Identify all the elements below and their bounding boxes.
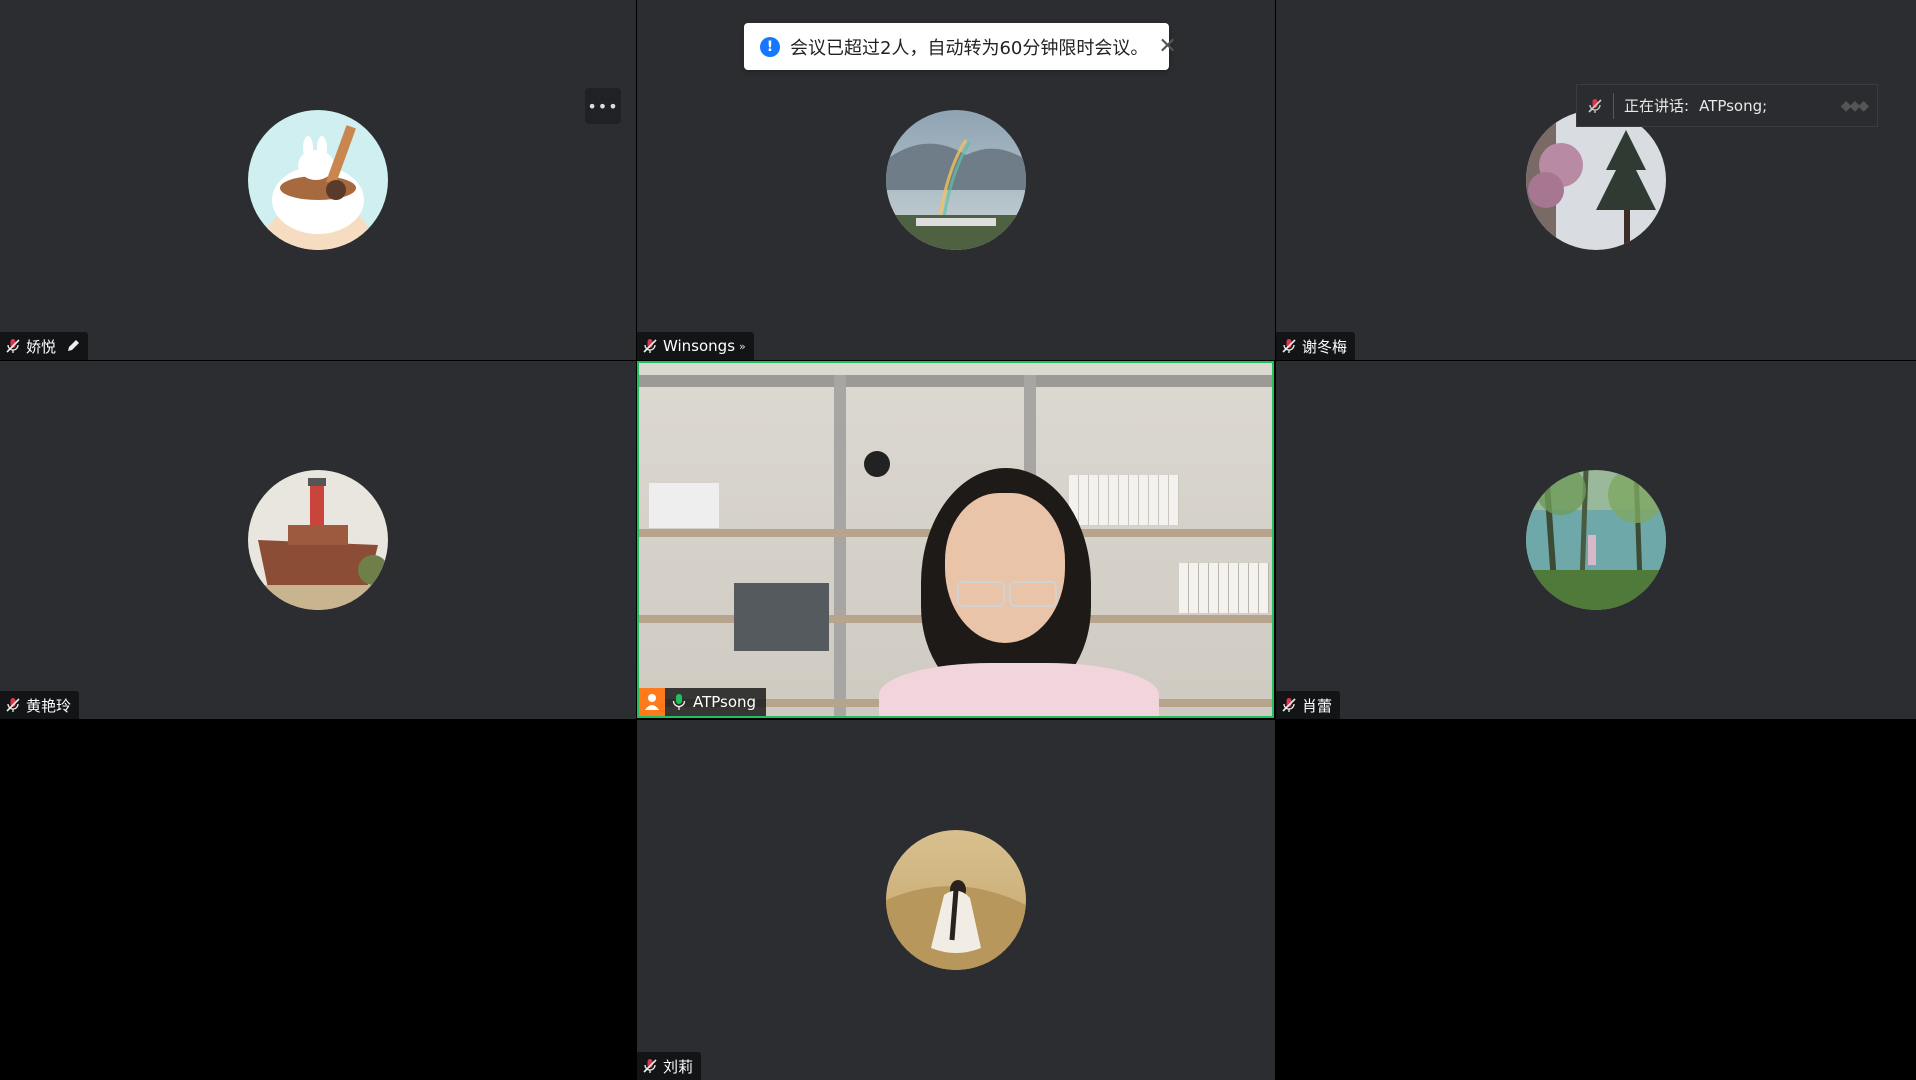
participant-namebar: 谢冬梅 bbox=[1276, 332, 1356, 360]
drag-handle-icon[interactable]: ◆◆◆ bbox=[1841, 98, 1869, 114]
participant-name: 黄艳玲 bbox=[26, 696, 72, 715]
participant-tile[interactable]: 谢冬梅 bbox=[1276, 0, 1916, 360]
avatar bbox=[1526, 470, 1666, 610]
participant-tile[interactable]: 肖蕾 bbox=[1276, 361, 1916, 719]
person-icon[interactable] bbox=[639, 688, 665, 716]
mic-muted-icon[interactable] bbox=[1280, 337, 1298, 355]
divider bbox=[1613, 92, 1614, 119]
mic-muted-icon[interactable] bbox=[4, 337, 22, 355]
speaking-label: 正在讲话: bbox=[1624, 97, 1690, 115]
participant-name: Winsongs bbox=[663, 337, 736, 355]
speaking-indicator: 正在讲话: ATPsong; ◆◆◆ bbox=[1576, 84, 1878, 127]
participant-namebar: ATPsong bbox=[639, 688, 767, 716]
participant-name: ATPsong bbox=[693, 693, 757, 711]
close-icon[interactable]: ✕ bbox=[1158, 35, 1176, 58]
video-grid: ••• 娇悦 Winsongs » 谢冬梅 黄艳玲 ATPsong 肖蕾 刘莉 bbox=[0, 0, 1916, 1080]
participant-tile[interactable]: 刘莉 bbox=[637, 720, 1275, 1080]
participant-name: 刘莉 bbox=[663, 1057, 694, 1076]
participant-name: 娇悦 bbox=[26, 337, 57, 356]
participant-tile[interactable]: 黄艳玲 bbox=[0, 361, 636, 719]
participant-namebar: 黄艳玲 bbox=[0, 691, 80, 719]
chevron-double-down-icon[interactable]: » bbox=[739, 340, 746, 353]
avatar bbox=[248, 110, 388, 250]
mic-muted-icon[interactable] bbox=[641, 1057, 659, 1075]
avatar bbox=[1526, 110, 1666, 250]
pencil-icon[interactable] bbox=[66, 339, 80, 353]
mic-muted-icon[interactable] bbox=[4, 696, 22, 714]
mic-muted-icon[interactable] bbox=[1280, 696, 1298, 714]
participant-namebar: 刘莉 bbox=[637, 1052, 702, 1080]
avatar bbox=[248, 470, 388, 610]
avatar bbox=[886, 830, 1026, 970]
participant-name: 肖蕾 bbox=[1302, 696, 1333, 715]
participant-tile[interactable]: ••• 娇悦 bbox=[0, 0, 636, 360]
more-options-button[interactable]: ••• bbox=[585, 88, 621, 124]
meeting-limit-notification: ! 会议已超过2人，自动转为60分钟限时会议。 ✕ bbox=[744, 23, 1177, 70]
speaking-name: ATPsong; bbox=[1699, 96, 1768, 115]
active-speaker-video[interactable]: ATPsong bbox=[637, 361, 1274, 718]
notification-message: 会议已超过2人，自动转为60分钟限时会议。 bbox=[790, 37, 1149, 59]
participant-namebar: Winsongs » bbox=[637, 332, 754, 360]
mic-active-icon[interactable] bbox=[671, 693, 687, 711]
avatar bbox=[886, 110, 1026, 250]
participant-namebar: 肖蕾 bbox=[1276, 691, 1341, 719]
empty-tile bbox=[1276, 720, 1916, 1080]
mic-muted-icon[interactable] bbox=[641, 337, 659, 355]
participant-name: 谢冬梅 bbox=[1302, 337, 1348, 356]
mic-muted-icon bbox=[1587, 98, 1603, 114]
empty-tile bbox=[0, 720, 636, 1080]
info-icon: ! bbox=[760, 36, 780, 57]
participant-namebar: 娇悦 bbox=[0, 332, 89, 360]
